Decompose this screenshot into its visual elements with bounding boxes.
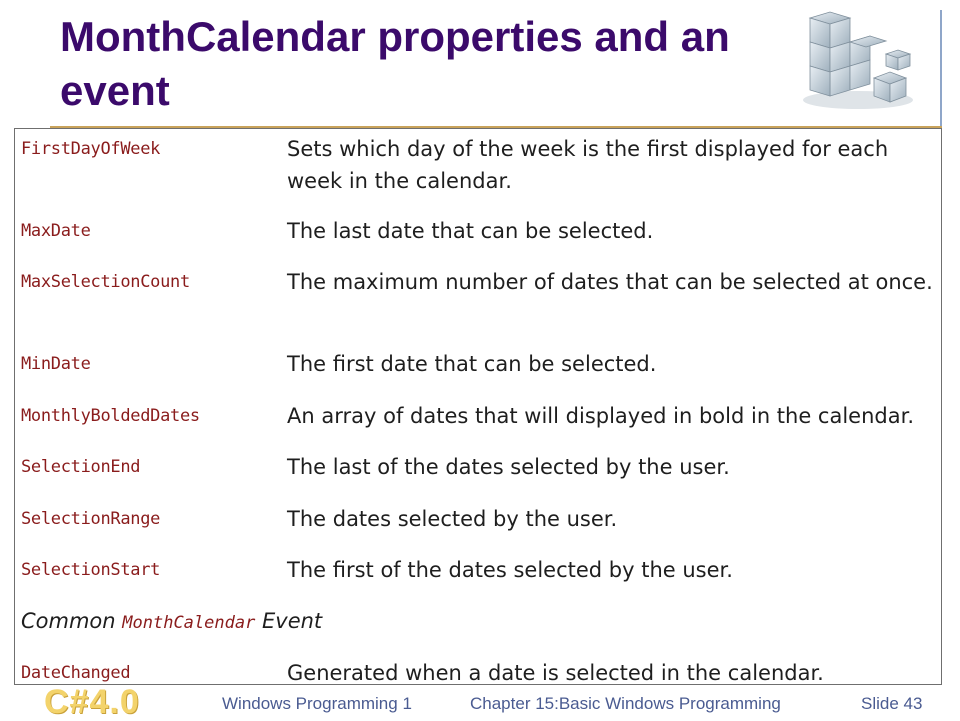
property-description: An array of dates that will displayed in… <box>287 404 914 428</box>
property-name: SelectionStart <box>21 560 161 580</box>
event-description: Generated when a date is selected in the… <box>287 661 824 685</box>
slide-title: MonthCalendar properties and an event <box>60 13 730 114</box>
footer-course: Windows Programming 1 <box>222 694 412 713</box>
properties-table: FirstDayOfWeek Sets which day of the wee… <box>14 128 942 685</box>
cubes-icon <box>790 8 920 113</box>
property-description: The last date that can be selected. <box>287 219 654 243</box>
property-description: The maximum number of dates that can be … <box>287 270 933 294</box>
property-description: The last of the dates selected by the us… <box>287 455 730 479</box>
slide-footer: Windows Programming 1 Chapter 15:Basic W… <box>0 690 960 720</box>
property-description: The first of the dates selected by the u… <box>287 558 733 582</box>
property-name: SelectionRange <box>21 509 161 529</box>
property-name: FirstDayOfWeek <box>21 139 161 159</box>
property-name: MaxDate <box>21 221 91 241</box>
section-prefix: Common <box>21 609 123 633</box>
footer-chapter: Chapter 15:Basic Windows Programming <box>470 694 781 713</box>
property-name: MonthlyBoldedDates <box>21 406 200 426</box>
property-name: MaxSelectionCount <box>21 272 190 292</box>
property-name: SelectionEnd <box>21 457 141 477</box>
property-description: The dates selected by the user. <box>287 507 618 531</box>
property-description: The first date that can be selected. <box>287 352 657 376</box>
footer-slide-number: Slide 43 <box>861 694 923 713</box>
section-heading: Common MonthCalendar Event <box>21 605 322 639</box>
property-description: Sets which day of the week is the first … <box>287 137 889 193</box>
section-code: MonthCalendar <box>122 613 256 633</box>
property-name: MinDate <box>21 354 91 374</box>
section-suffix: Event <box>255 609 323 633</box>
title-divider-vertical <box>940 10 942 128</box>
